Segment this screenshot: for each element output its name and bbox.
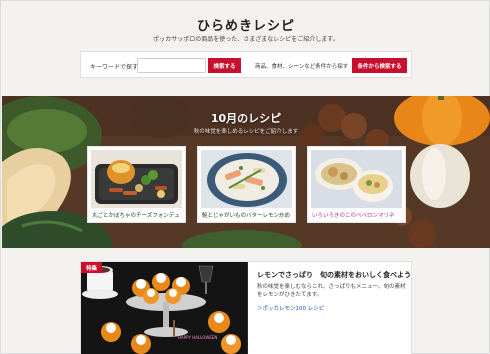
page-title: ひらめきレシピ xyxy=(196,19,295,34)
page-subtitle: ポッカサッポロの商品を使った、さまざまなレシピをご紹介します。 xyxy=(153,36,339,43)
monthly-recipes-title: 10月のレシピ xyxy=(210,112,282,125)
feature-title[interactable]: レモンでさっぱり 旬の素材をおいしく食べよう xyxy=(257,270,411,280)
keyword-search-label: キーワードで探す xyxy=(90,64,139,71)
recipe-card-caption: 丸ごとかぼちゃのチーズフォンデュ xyxy=(92,213,180,219)
feature-description: 秋の味覚を楽しむならこれ、さっぱりもメニュー。旬の素材をレモンがひきたてます。 xyxy=(257,284,406,298)
halloween-cupcakes-image: HAPPY HALLOWEEN xyxy=(81,262,248,354)
mushroom-marinade-photo xyxy=(311,150,402,208)
salmon-potato-photo xyxy=(201,150,292,208)
recipe-card-cheese-fondue[interactable]: 丸ごとかぼちゃのチーズフォンデュ xyxy=(87,146,186,223)
lemon-recipe-link[interactable]: ＞ポッカレモン100 レシピ xyxy=(257,304,324,312)
recipe-card-mushroom-marinade[interactable]: いろいろきのこのペペロンマリネ xyxy=(307,146,406,223)
monthly-recipes-section: 10月のレシピ 秋の味覚を楽しめるレシピをご紹介します 丸ごとかぼちゃのチーズフ… xyxy=(2,96,490,248)
condition-search-label: 商品、食材、シーンなど条件から探す xyxy=(255,64,349,70)
halloween-image-text: HAPPY HALLOWEEN xyxy=(178,335,217,340)
recipe-card-caption: いろいろきのこのペペロンマリネ xyxy=(312,213,395,219)
page-frame: ひらめきレシピ ポッカサッポロの商品を使った、さまざまなレシピをご紹介します。 … xyxy=(0,0,490,354)
cheese-fondue-photo xyxy=(91,150,182,208)
monthly-recipes-subtitle: 秋の味覚を楽しめるレシピをご紹介します xyxy=(193,129,299,135)
keyword-search-button[interactable]: 検索する xyxy=(208,58,241,73)
feature-badge: 特集 xyxy=(81,262,102,273)
halloween-cupcakes-photo: HAPPY HALLOWEEN 特集 xyxy=(81,262,248,354)
keyword-search-input[interactable] xyxy=(137,58,206,73)
feature-section[interactable]: HAPPY HALLOWEEN 特集 レモンでさっぱり 旬の素材をおいしく食べよ… xyxy=(80,261,412,354)
search-bar: キーワードで探す 検索する 商品、食材、シーンなど条件から探す 条件から検索する xyxy=(80,51,412,78)
recipe-card-caption: 鮭とじゃがいものバターレモン炒め xyxy=(202,213,291,219)
recipe-card-salmon-potato[interactable]: 鮭とじゃがいものバターレモン炒め xyxy=(197,146,296,223)
condition-search-button[interactable]: 条件から検索する xyxy=(352,58,407,73)
